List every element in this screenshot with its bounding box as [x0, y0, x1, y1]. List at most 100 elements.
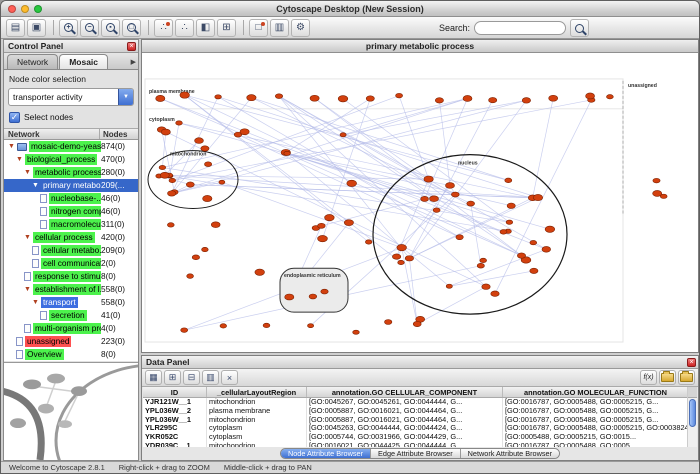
- expand-arrow-icon[interactable]: ▼: [8, 143, 17, 150]
- network-node[interactable]: [467, 201, 475, 206]
- network-node[interactable]: [424, 176, 433, 182]
- new-network-button[interactable]: ∴: [175, 19, 194, 37]
- network-node[interactable]: [653, 190, 662, 196]
- network-node[interactable]: [167, 223, 174, 227]
- network-edge[interactable]: [172, 98, 252, 194]
- network-node[interactable]: [347, 180, 357, 186]
- network-node[interactable]: [530, 240, 537, 244]
- search-input[interactable]: [474, 21, 566, 35]
- tree-row[interactable]: cellular metabo...209(0): [4, 244, 138, 257]
- table-row[interactable]: YPL036W__1mitochondrion[GO:0005887, GO:0…: [143, 416, 687, 425]
- zoom-in-button[interactable]: +: [59, 19, 78, 37]
- network-edge[interactable]: [190, 185, 532, 198]
- tree-row[interactable]: ▼biological_process470(0): [4, 153, 138, 166]
- select-nodes-checkbox[interactable]: ✓: [9, 112, 20, 123]
- network-node[interactable]: [263, 323, 270, 327]
- network-node[interactable]: [247, 95, 256, 101]
- tree-row[interactable]: multi-organism pro...4(0): [4, 322, 138, 335]
- tree-row[interactable]: nucleobase-...46(0): [4, 192, 138, 205]
- network-node[interactable]: [480, 258, 487, 262]
- layout-button[interactable]: ▥: [270, 19, 289, 37]
- tree-row[interactable]: ▼establishment of l...558(0): [4, 283, 138, 296]
- network-node[interactable]: [309, 294, 317, 299]
- column-header[interactable]: _cellularLayoutRegion: [207, 387, 307, 397]
- tab-node-attribute-browser[interactable]: Node Attribute Browser: [281, 449, 371, 458]
- network-node[interactable]: [187, 274, 194, 279]
- network-edge[interactable]: [170, 123, 179, 176]
- vizmapper-button[interactable]: ⊞: [217, 19, 236, 37]
- zoom-out-button[interactable]: −: [80, 19, 99, 37]
- network-edge[interactable]: [343, 99, 509, 222]
- network-node[interactable]: [507, 203, 515, 208]
- network-node[interactable]: [340, 133, 346, 137]
- network-node[interactable]: [275, 94, 282, 99]
- zoom-fit-button[interactable]: □: [122, 19, 141, 37]
- expand-arrow-icon[interactable]: ▼: [24, 169, 33, 176]
- network-node[interactable]: [321, 289, 328, 294]
- column-header[interactable]: ID: [143, 387, 207, 397]
- network-edge[interactable]: [315, 98, 522, 255]
- network-node[interactable]: [159, 165, 166, 169]
- tab-edge-attribute-browser[interactable]: Edge Attribute Browser: [371, 449, 461, 458]
- network-node[interactable]: [398, 260, 405, 264]
- network-node[interactable]: [482, 284, 490, 290]
- tree-row[interactable]: unassigned223(0): [4, 335, 138, 348]
- network-node[interactable]: [505, 178, 512, 183]
- table-row[interactable]: YJR121W__1mitochondrion[GO:0045267, GO:0…: [143, 398, 687, 407]
- network-overview-thumbnail[interactable]: [4, 362, 138, 460]
- network-node[interactable]: [180, 92, 190, 98]
- network-edge[interactable]: [417, 287, 486, 324]
- tree-row[interactable]: macromolecule...311(0): [4, 218, 138, 231]
- network-node[interactable]: [318, 235, 328, 241]
- network-node[interactable]: [220, 324, 227, 328]
- network-node[interactable]: [549, 95, 558, 101]
- annotation-button[interactable]: □: [249, 19, 268, 37]
- table-row[interactable]: YPL036W__2plasma membrane[GO:0005887, GO…: [143, 407, 687, 416]
- network-node[interactable]: [456, 235, 463, 240]
- network-node[interactable]: [338, 96, 348, 102]
- network-node[interactable]: [344, 220, 353, 226]
- tree-row[interactable]: cell communicat...2(0): [4, 257, 138, 270]
- network-node[interactable]: [506, 220, 513, 224]
- network-node[interactable]: [489, 97, 497, 102]
- table-scrollbar[interactable]: [687, 387, 697, 447]
- network-node[interactable]: [413, 321, 421, 326]
- expand-arrow-icon[interactable]: ▼: [16, 156, 25, 163]
- network-node[interactable]: [421, 196, 429, 201]
- network-node[interactable]: [653, 178, 660, 183]
- tree-header-nodes[interactable]: Nodes: [99, 129, 127, 139]
- window-titlebar[interactable]: Cytoscape Desktop (New Session): [1, 1, 699, 17]
- network-edge[interactable]: [449, 271, 534, 286]
- clear-table-button[interactable]: ×: [221, 370, 238, 385]
- tree-row[interactable]: Overview8(0): [4, 348, 138, 361]
- network-view-title[interactable]: primary metabolic process: [142, 40, 698, 53]
- first-neighbors-button[interactable]: ◧: [196, 19, 215, 37]
- network-node[interactable]: [205, 162, 212, 167]
- network-node[interactable]: [310, 95, 319, 101]
- network-node[interactable]: [325, 214, 335, 220]
- network-node[interactable]: [430, 196, 439, 202]
- tree-row[interactable]: ▼cellular process420(0): [4, 231, 138, 244]
- tree-row[interactable]: ▼primary metabo...209(...: [4, 179, 138, 192]
- network-node[interactable]: [500, 230, 507, 235]
- network-edge[interactable]: [449, 249, 546, 286]
- network-node[interactable]: [607, 95, 614, 99]
- network-node[interactable]: [435, 98, 443, 103]
- delete-attribute-button[interactable]: ⊟: [183, 370, 200, 385]
- network-node[interactable]: [433, 208, 440, 213]
- expand-arrow-icon[interactable]: ▼: [24, 234, 33, 241]
- export-attributes-button[interactable]: [678, 370, 695, 385]
- network-node[interactable]: [397, 244, 407, 250]
- destroy-network-button[interactable]: ∴: [154, 19, 173, 37]
- tree-row[interactable]: secretion41(0): [4, 309, 138, 322]
- network-node[interactable]: [586, 93, 595, 99]
- table-row[interactable]: YKR052Ccytoplasm[GO:0005744, GO:0031966,…: [143, 433, 687, 442]
- network-node[interactable]: [161, 129, 170, 135]
- network-edge[interactable]: [287, 153, 449, 286]
- zoom-selected-button[interactable]: ▪: [101, 19, 120, 37]
- network-node[interactable]: [353, 330, 360, 334]
- network-node[interactable]: [446, 284, 452, 288]
- network-canvas[interactable]: plasma membrane cytoplasm mitochondrion …: [142, 53, 698, 352]
- network-node[interactable]: [392, 254, 400, 259]
- scrollbar-thumb[interactable]: [689, 399, 696, 427]
